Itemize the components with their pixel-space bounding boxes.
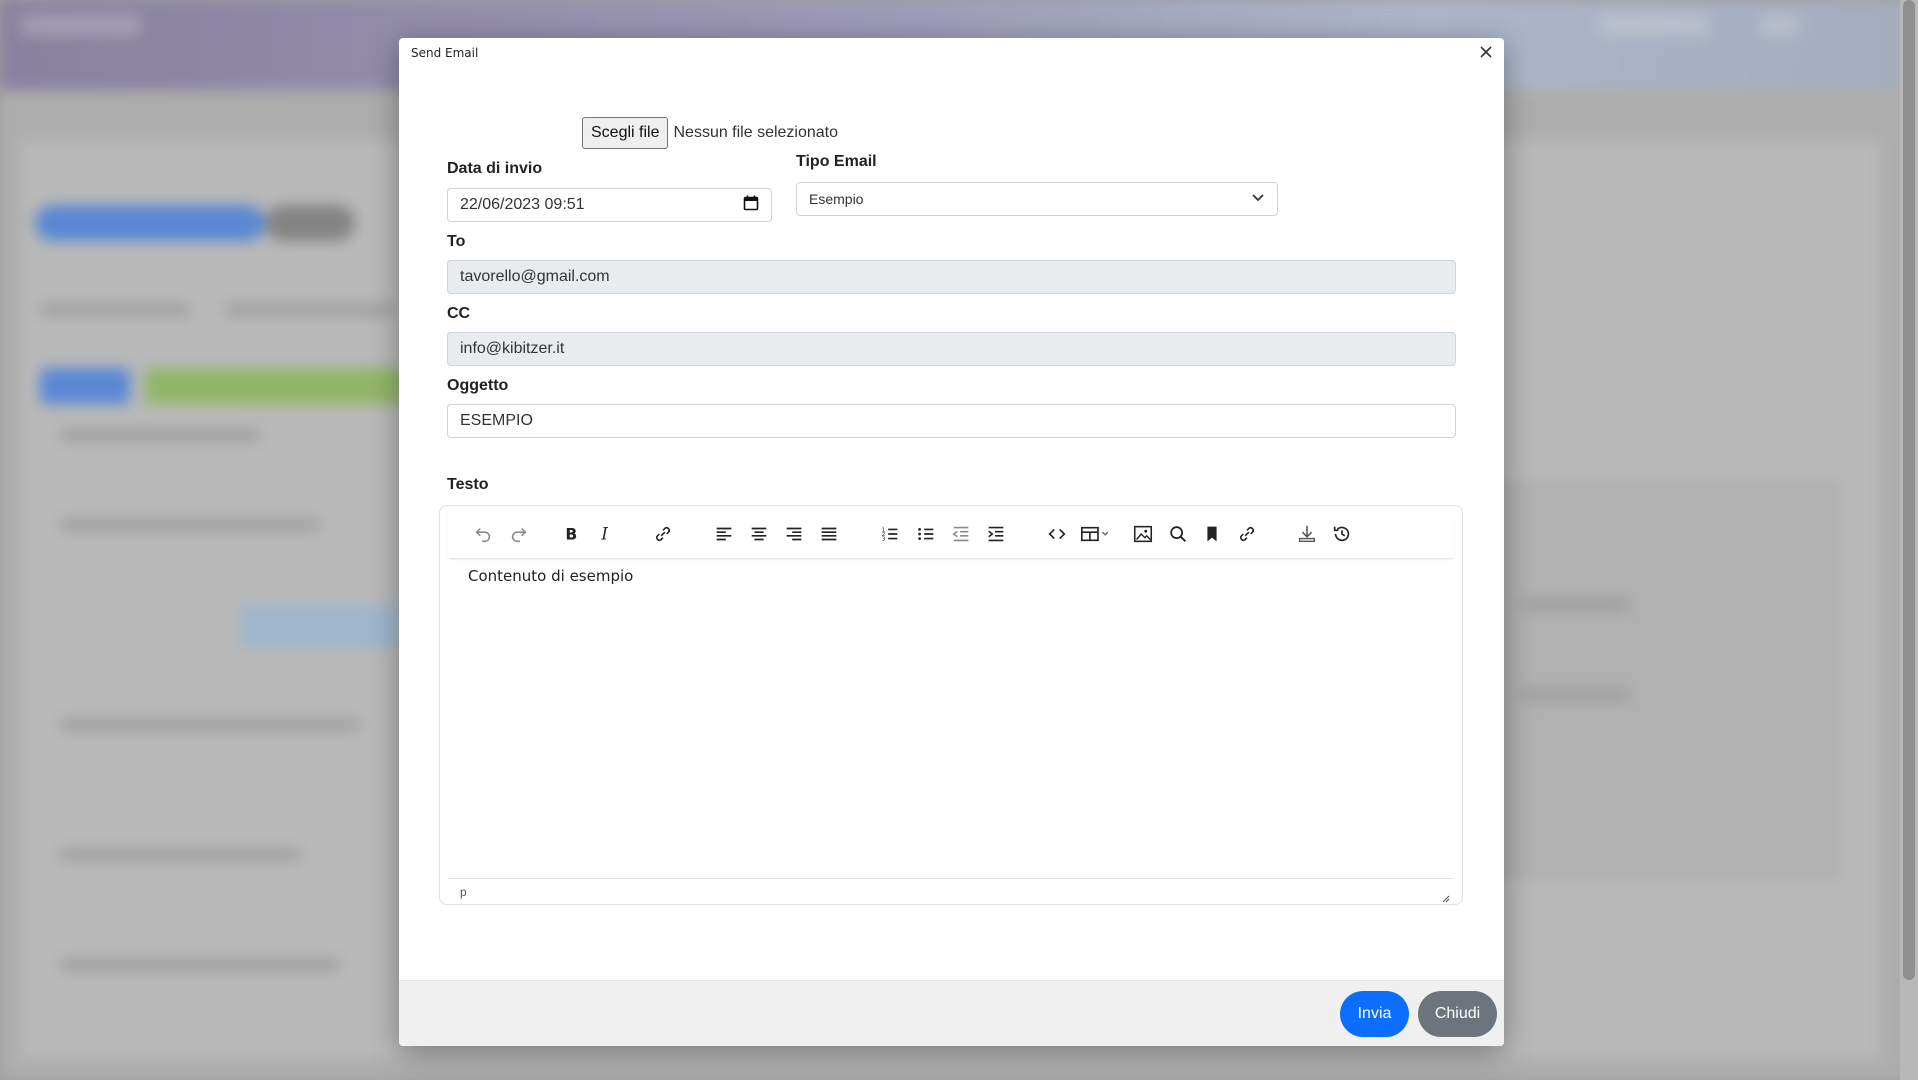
undo-icon[interactable] (469, 520, 497, 548)
send-email-modal: Send Email Scegli file Nessun file selez… (399, 38, 1504, 1046)
unlink-icon[interactable] (1233, 520, 1261, 548)
image-icon[interactable] (1129, 520, 1157, 548)
element-path[interactable]: p (460, 885, 467, 899)
close-button[interactable]: Chiudi (1418, 991, 1497, 1037)
table-icon[interactable] (1078, 520, 1118, 548)
svg-text:I: I (600, 525, 608, 544)
bookmark-icon[interactable] (1198, 520, 1226, 548)
resize-handle-icon[interactable] (1440, 890, 1450, 903)
subject-value: ESEMPIO (460, 412, 533, 429)
cc-field[interactable]: info@kibitzer.it (447, 332, 1456, 366)
calendar-icon[interactable] (743, 195, 759, 216)
align-left-icon[interactable] (710, 520, 738, 548)
send-date-field[interactable]: 22/06/2023 09:51 (447, 188, 772, 222)
modal-footer: Invia Chiudi (399, 980, 1504, 1046)
subject-label: Oggetto (447, 377, 509, 394)
svg-text:B: B (565, 526, 577, 544)
outdent-icon[interactable] (947, 520, 975, 548)
subject-field[interactable]: ESEMPIO (447, 404, 1456, 438)
email-type-select[interactable]: Esempio (796, 182, 1278, 216)
send-button[interactable]: Invia (1340, 991, 1409, 1037)
page-scrollbar[interactable] (1900, 0, 1918, 1080)
link-icon[interactable] (649, 520, 677, 548)
redo-icon[interactable] (505, 520, 533, 548)
download-icon[interactable] (1293, 520, 1321, 548)
align-right-icon[interactable] (780, 520, 808, 548)
attachment-input: Scegli file Nessun file selezionato (582, 117, 838, 149)
choose-file-button[interactable]: Scegli file (582, 117, 669, 149)
file-status-text: Nessun file selezionato (673, 124, 839, 141)
to-value: tavorello@gmail.com (460, 268, 610, 285)
chevron-down-icon (1251, 190, 1265, 209)
close-icon[interactable] (1476, 42, 1496, 62)
send-date-value: 22/06/2023 09:51 (460, 196, 585, 213)
cc-value: info@kibitzer.it (460, 340, 565, 357)
send-date-label: Data di invio (447, 160, 543, 177)
editor-content[interactable]: Contenuto di esempio (468, 567, 633, 585)
italic-icon[interactable]: I (591, 520, 619, 548)
cc-label: CC (447, 305, 471, 322)
rich-text-editor: B I 123 Contenuto di esempio p (439, 505, 1463, 905)
align-justify-icon[interactable] (815, 520, 843, 548)
body-label: Testo (447, 476, 489, 493)
align-center-icon[interactable] (745, 520, 773, 548)
email-type-label: Tipo Email (796, 153, 877, 170)
to-label: To (447, 233, 466, 250)
numbered-list-icon[interactable]: 123 (876, 520, 904, 548)
search-icon[interactable] (1164, 520, 1192, 548)
modal-title: Send Email (411, 46, 479, 60)
bold-icon[interactable]: B (556, 520, 584, 548)
code-icon[interactable] (1043, 520, 1071, 548)
indent-icon[interactable] (982, 520, 1010, 548)
history-icon[interactable] (1328, 520, 1356, 548)
svg-text:3: 3 (882, 536, 886, 542)
editor-statusbar: p (448, 878, 1454, 904)
bullet-list-icon[interactable] (912, 520, 940, 548)
modal-header: Send Email (399, 38, 1504, 68)
email-type-selected: Esempio (809, 191, 864, 207)
editor-toolbar: B I 123 (448, 510, 1454, 558)
to-field[interactable]: tavorello@gmail.com (447, 260, 1456, 294)
